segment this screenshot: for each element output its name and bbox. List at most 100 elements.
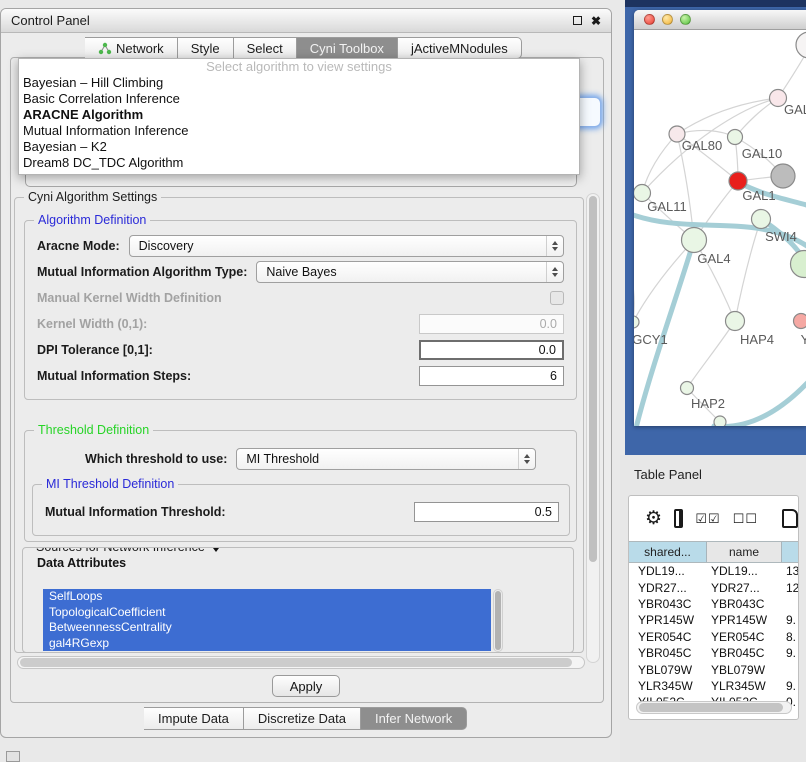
cell-partial: 9. [782, 646, 798, 660]
gear-icon[interactable]: ⚙ [645, 509, 662, 528]
network-node[interactable] [714, 416, 726, 426]
cell-name: YPR145W [707, 613, 782, 627]
table-panel: Table Panel ⚙ ☑☑ ☐☐ shared... name YDL19… [620, 455, 806, 762]
kernel-width-row: Kernel Width (0,1): 0.0 [37, 312, 564, 335]
manual-kernel-checkbox[interactable] [550, 291, 564, 305]
dropdown-item[interactable]: Dream8 DC_TDC Algorithm [19, 155, 579, 171]
float-panel-icon[interactable] [573, 16, 582, 25]
settings-vertical-scrollbar[interactable] [586, 193, 600, 663]
kernel-width-label: Kernel Width (0,1): [37, 317, 147, 331]
kernel-width-input[interactable]: 0.0 [419, 314, 564, 334]
tab[interactable]: Style [178, 37, 234, 59]
select-all-checkboxes-icon[interactable]: ☑☑ [695, 511, 720, 527]
network-node[interactable] [728, 130, 743, 145]
tab-label: Network [116, 41, 164, 56]
table-row[interactable]: YDR27... YDR27... 12 [629, 579, 798, 595]
expanded-arrow-icon [210, 547, 222, 552]
dropdown-item[interactable]: ARACNE Algorithm [19, 107, 579, 123]
table-row[interactable]: YPR145W YPR145W 9. [629, 612, 798, 628]
which-threshold-select[interactable]: MI Threshold [236, 448, 536, 470]
tab-label: Cyni Toolbox [310, 41, 384, 56]
dropdown-item[interactable]: Basic Correlation Inference [19, 91, 579, 107]
tab[interactable]: Cyni Toolbox [297, 37, 398, 59]
tab[interactable]: Select [234, 37, 297, 59]
attribute-item-selected[interactable]: TopologicalCoefficient [43, 605, 491, 621]
mi-steps-label: Mutual Information Steps: [37, 369, 191, 383]
table-row[interactable]: YBR045C YBR045C 9. [629, 645, 798, 661]
column-header-shared-name[interactable]: shared... [629, 542, 707, 562]
network-node-label: GAL11 [647, 199, 687, 214]
manual-kernel-row: Manual Kernel Width Definition [37, 286, 564, 309]
network-node[interactable] [682, 228, 707, 253]
control-panel-window: Control Panel ✖ Network [0, 8, 612, 738]
mi-type-select[interactable]: Naive Bayes [256, 261, 564, 283]
attributes-list-scrollbar[interactable] [493, 589, 503, 652]
table-row[interactable]: YBR043C YBR043C [629, 596, 798, 612]
sources-title-text: Sources for Network Inference [36, 547, 205, 554]
network-node[interactable] [796, 32, 806, 58]
table-row[interactable]: YBL079W YBL079W [629, 661, 798, 677]
mi-threshold-label: Mutual Information Threshold: [45, 505, 226, 519]
mi-type-value: Naive Bayes [266, 265, 336, 279]
threshold-definition-group: Threshold Definition Which threshold to … [24, 430, 577, 542]
column-header-partial[interactable] [782, 542, 798, 562]
dropdown-item[interactable]: Bayesian – K2 [19, 139, 579, 155]
dropdown-item[interactable]: Mutual Information Inference [19, 123, 579, 139]
aracne-mode-select[interactable]: Discovery [129, 235, 564, 257]
bottom-tabs: Impute Data Discretize Data Infer Networ… [144, 707, 467, 730]
cell-shared-name: YDL19... [629, 564, 707, 578]
mi-type-row: Mutual Information Algorithm Type: Naive… [37, 260, 564, 283]
zoom-traffic-light-icon[interactable] [680, 14, 691, 25]
deselect-all-checkboxes-icon[interactable]: ☐☐ [733, 511, 758, 527]
minimize-traffic-light-icon[interactable] [662, 14, 673, 25]
network-node[interactable] [726, 312, 745, 331]
new-table-icon[interactable] [782, 509, 798, 528]
network-node[interactable] [634, 316, 639, 328]
network-canvas[interactable]: GALGAL80GAL10GAL1GAL11SWI4GAL4GCY1HAP4YH… [634, 30, 806, 426]
network-node-label: HAP4 [740, 332, 774, 347]
network-node[interactable] [771, 164, 795, 188]
columns-icon[interactable] [674, 509, 683, 528]
mi-threshold-group-title: MI Threshold Definition [42, 477, 178, 491]
control-panel-tabs: Network Style Select Cyni Toolbox [85, 37, 522, 59]
dpi-tolerance-label: DPI Tolerance [0,1]: [37, 343, 153, 357]
attribute-item-selected[interactable]: gal4RGexp [43, 636, 491, 652]
cell-partial: 9. [782, 613, 798, 627]
tab[interactable]: jActiveMNodules [398, 37, 522, 59]
network-node[interactable] [791, 251, 806, 278]
bottom-tab[interactable]: Infer Network [361, 707, 467, 730]
table-horizontal-scrollbar[interactable] [636, 701, 792, 714]
bottom-tab[interactable]: Discretize Data [244, 707, 361, 730]
attribute-item-selected[interactable]: SelfLoops [43, 589, 491, 605]
network-node[interactable] [794, 314, 806, 329]
cell-name: YBR045C [707, 646, 782, 660]
aracne-mode-row: Aracne Mode: Discovery [37, 234, 564, 257]
column-header-name[interactable]: name [707, 542, 782, 562]
close-traffic-light-icon[interactable] [644, 14, 655, 25]
cell-name: YLR345W [707, 679, 782, 693]
dropdown-item[interactable]: Bayesian – Hill Climbing [19, 75, 579, 91]
network-node-label: GAL10 [742, 146, 782, 161]
table-row[interactable]: YDL19... YDL19... 13 [629, 563, 798, 579]
mi-steps-input[interactable]: 6 [419, 366, 564, 386]
bottom-left-grip-icon[interactable] [6, 751, 20, 762]
mi-threshold-input[interactable]: 0.5 [414, 502, 559, 522]
mi-type-label: Mutual Information Algorithm Type: [37, 265, 247, 279]
cell-shared-name: YBL079W [629, 663, 707, 677]
bottom-tab-label: Infer Network [375, 711, 452, 726]
apply-button[interactable]: Apply [272, 675, 340, 697]
tab-label: Style [191, 41, 220, 56]
settings-horizontal-scrollbar[interactable] [17, 656, 585, 669]
network-node[interactable] [752, 210, 771, 229]
network-node[interactable] [681, 382, 694, 395]
bottom-tab[interactable]: Impute Data [144, 707, 244, 730]
close-icon[interactable]: ✖ [591, 16, 601, 26]
tab[interactable]: Network [85, 37, 178, 59]
table-row[interactable]: YLR345W YLR345W 9. [629, 678, 798, 694]
table-row[interactable]: YER054C YER054C 8. [629, 629, 798, 645]
attribute-item-selected[interactable]: BetweennessCentrality [43, 620, 491, 636]
aracne-mode-value: Discovery [139, 239, 194, 253]
mi-threshold-row: Mutual Information Threshold: 0.5 [45, 500, 559, 523]
network-icon [98, 42, 112, 55]
dpi-tolerance-input[interactable]: 0.0 [419, 340, 564, 360]
